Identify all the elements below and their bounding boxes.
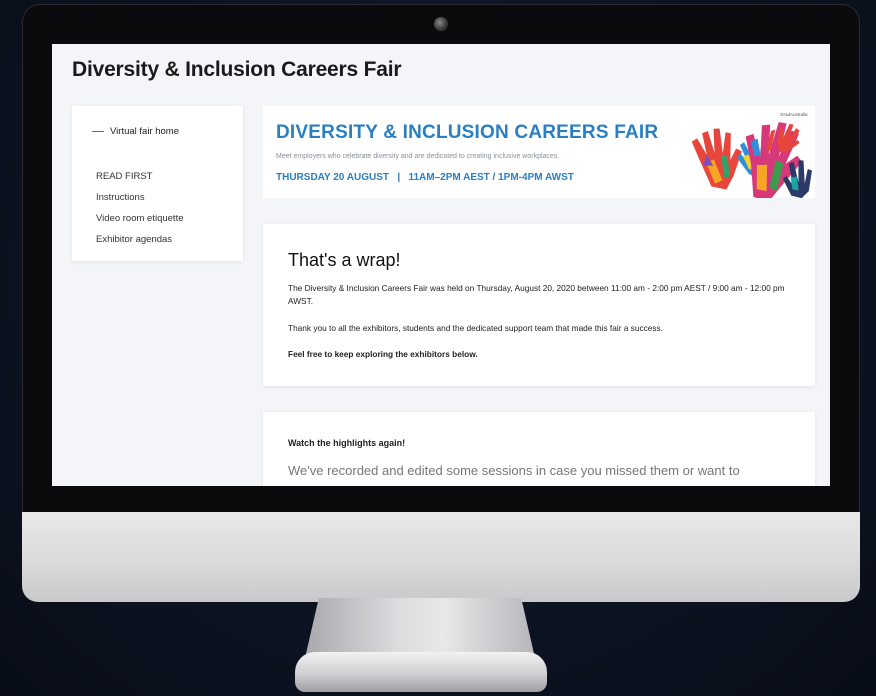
banner-subtitle: Meet employers who celebrate diversity a… [276,153,560,160]
explore-exhibitors-paragraph: Feel free to keep exploring the exhibito… [288,349,478,359]
sidebar-nav: Virtual fair home READ FIRST Instruction… [72,106,243,261]
sidebar-item-video-room-etiquette[interactable]: Video room etiquette [96,208,184,229]
page-title: Diversity & Inclusion Careers Fair [72,58,402,81]
sidebar-item-label: Virtual fair home [110,126,179,137]
monitor-chin [22,512,860,602]
monitor: Diversity & Inclusion Careers Fair Virtu… [22,4,860,602]
colorful-hands-icon [691,122,812,198]
sidebar-item-instructions[interactable]: Instructions [96,187,184,208]
monitor-stand-base [295,652,547,692]
wrap-up-paragraph: The Diversity & Inclusion Careers Fair w… [288,283,785,306]
sidebar-item-virtual-fair-home[interactable]: Virtual fair home [92,126,179,137]
monitor-bezel: Diversity & Inclusion Careers Fair Virtu… [22,4,860,516]
thank-you-paragraph: Thank you to all the exhibitors, student… [288,323,663,333]
active-marker-icon [92,130,104,133]
highlights-title: Watch the highlights again! [288,438,406,448]
highlights-text: We've recorded and edited some sessions … [288,463,740,478]
wrap-up-title: That's a wrap! [288,250,401,270]
event-banner: DIVERSITY & INCLUSION CAREERS FAIR Meet … [263,106,815,198]
monitor-stand-neck [305,598,535,658]
wrap-up-card: That's a wrap! The Diversity & Inclusion… [263,224,815,386]
camera-icon [434,17,448,31]
highlights-card: Watch the highlights again! We've record… [263,412,815,486]
banner-title: DIVERSITY & INCLUSION CAREERS FAIR [276,122,659,143]
sidebar-item-exhibitor-agendas[interactable]: Exhibitor agendas [96,229,184,250]
screen: Diversity & Inclusion Careers Fair Virtu… [52,44,830,486]
sidebar-list: READ FIRST Instructions Video room etiqu… [96,166,184,250]
banner-date-line: THURSDAY 20 AUGUST | 11AM–2PM AEST / 1PM… [276,172,574,183]
sidebar-item-read-first[interactable]: READ FIRST [96,166,184,187]
